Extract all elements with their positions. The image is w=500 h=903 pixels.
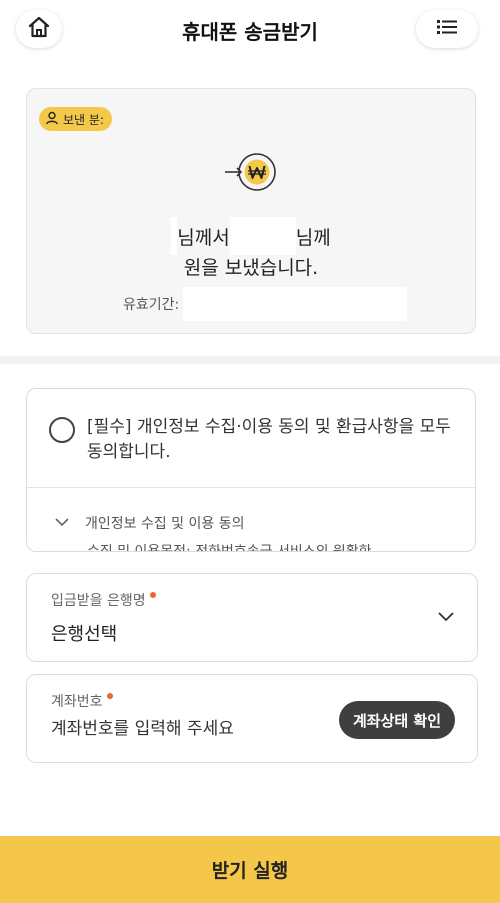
- sent-message-line1: 님께서 님께: [27, 217, 475, 255]
- privacy-detail-title: 개인정보 수집 및 이용 동의: [85, 516, 245, 532]
- redacted-validity: [183, 287, 408, 321]
- check-account-button[interactable]: 계좌상태 확인: [338, 701, 455, 739]
- account-number-input[interactable]: [51, 719, 321, 739]
- sender-badge: 보낸 분:: [39, 107, 112, 131]
- section-divider: [0, 356, 500, 364]
- sent-text-b: 님께: [295, 226, 331, 249]
- sender-badge-label: 보낸 분:: [63, 112, 104, 127]
- validity-label: 유효기간:: [123, 297, 180, 313]
- account-field-label-row: 계좌번호: [51, 691, 113, 711]
- required-dot: [106, 693, 113, 699]
- account-number-field[interactable]: 계좌번호 계좌상태 확인: [26, 674, 478, 763]
- agree-all-radio[interactable]: [49, 417, 75, 443]
- receive-button[interactable]: 받기 실행: [0, 836, 500, 903]
- won-coin-icon: [225, 151, 281, 193]
- list-icon: [437, 19, 457, 39]
- menu-button[interactable]: [416, 10, 478, 48]
- bank-field-label: 입금받을 은행명: [51, 593, 146, 609]
- bank-select-value[interactable]: 은행선택: [51, 620, 117, 646]
- sent-message-line2: 원을 보냈습니다.: [183, 257, 319, 279]
- bank-field-label-row: 입금받을 은행명: [51, 590, 156, 610]
- bank-select-field[interactable]: 입금받을 은행명 은행선택: [26, 573, 478, 662]
- chevron-down-icon: [55, 515, 69, 531]
- account-field-label: 계좌번호: [51, 694, 103, 710]
- chevron-down-icon[interactable]: [437, 608, 455, 627]
- agreement-divider: [27, 487, 475, 488]
- agreement-box: [필수] 개인정보 수집·이용 동의 및 환급사항을 모두 동의합니다. 개인정…: [26, 388, 476, 552]
- privacy-detail-text: 수집 및 이용목적: 전화번호송금 서비스의 원활한: [87, 544, 372, 552]
- required-dot: [149, 592, 156, 598]
- agree-all-text[interactable]: [필수] 개인정보 수집·이용 동의 및 환급사항을 모두 동의합니다.: [87, 415, 459, 465]
- privacy-detail-toggle[interactable]: 개인정보 수집 및 이용 동의: [55, 513, 244, 533]
- person-icon: [45, 111, 59, 128]
- sender-card: 보낸 분: 님께서 님께 원을 보냈습니다. 유효기간:: [26, 88, 476, 334]
- validity-row: 유효기간:: [123, 287, 408, 321]
- sent-text-a: 님께서: [177, 226, 230, 249]
- top-header: 휴대폰 송금받기: [0, 0, 500, 60]
- redacted-recipient: [229, 217, 296, 255]
